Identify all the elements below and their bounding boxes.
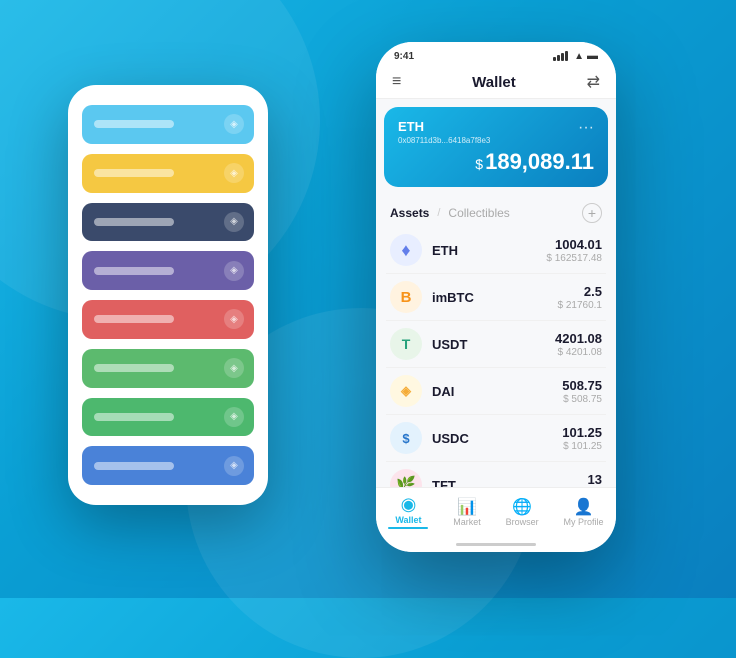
asset-item-usdc[interactable]: $ USDC 101.25 $ 101.25 — [386, 415, 606, 462]
wallet-nav-icon: ◉ — [401, 494, 417, 515]
asset-values-dai: 508.75 $ 508.75 — [562, 378, 602, 405]
nav-wallet[interactable]: ◉ Wallet — [388, 494, 428, 529]
assets-header: Assets / Collectibles + — [376, 195, 616, 227]
page-title: Wallet — [472, 74, 516, 91]
asset-item-tft[interactable]: 🌿 TFT 13 0 — [386, 462, 606, 487]
dai-icon: ◈ — [390, 375, 422, 407]
list-item[interactable]: ◈ — [82, 203, 254, 242]
balance-card: ETH 0x08711d3b...6418a7f8e3 ··· $189,089… — [384, 107, 608, 187]
status-time: 9:41 — [394, 51, 414, 62]
bottom-navigation: ◉ Wallet 📊 Market 🌐 Browser 👤 My Profile — [376, 487, 616, 539]
tab-assets[interactable]: Assets — [390, 206, 429, 220]
front-phone: 9:41 ▲ ▬ ≡ Wallet ⇄ ETH 0x08711d3b...641… — [376, 42, 616, 552]
browser-nav-label: Browser — [506, 517, 539, 527]
list-item[interactable]: ◈ — [82, 446, 254, 485]
status-icons: ▲ ▬ — [553, 50, 598, 62]
asset-name-usdc: USDC — [432, 431, 562, 446]
profile-nav-icon: 👤 — [574, 497, 594, 517]
wallet-nav-label: Wallet — [395, 515, 421, 525]
imbtc-icon: B — [390, 281, 422, 313]
usdt-icon: T — [390, 328, 422, 360]
asset-item-imbtc[interactable]: B imBTC 2.5 $ 21760.1 — [386, 274, 606, 321]
asset-list: ♦ ETH 1004.01 $ 162517.48 B imBTC 2.5 $ … — [376, 227, 616, 487]
asset-item-usdt[interactable]: T USDT 4201.08 $ 4201.08 — [386, 321, 606, 368]
asset-item-eth[interactable]: ♦ ETH 1004.01 $ 162517.48 — [386, 227, 606, 274]
usdc-icon: $ — [390, 422, 422, 454]
market-nav-label: Market — [453, 517, 481, 527]
list-item[interactable]: ◈ — [82, 251, 254, 290]
balance-header: ETH 0x08711d3b...6418a7f8e3 ··· — [398, 119, 594, 145]
add-asset-button[interactable]: + — [582, 203, 602, 223]
asset-values-tft: 13 0 — [588, 472, 602, 488]
status-bar: 9:41 ▲ ▬ — [376, 42, 616, 66]
tft-icon: 🌿 — [390, 469, 422, 487]
asset-name-dai: DAI — [432, 384, 562, 399]
tab-collectibles[interactable]: Collectibles — [448, 206, 509, 220]
market-nav-icon: 📊 — [457, 497, 477, 517]
asset-item-dai[interactable]: ◈ DAI 508.75 $ 508.75 — [386, 368, 606, 415]
nav-profile[interactable]: 👤 My Profile — [564, 497, 604, 527]
nav-market[interactable]: 📊 Market — [453, 497, 481, 527]
asset-values-imbtc: 2.5 $ 21760.1 — [558, 284, 603, 311]
asset-name-eth: ETH — [432, 243, 546, 258]
asset-name-imbtc: imBTC — [432, 290, 558, 305]
assets-tabs: Assets / Collectibles — [390, 206, 510, 220]
asset-name-usdt: USDT — [432, 337, 555, 352]
eth-icon: ♦ — [390, 234, 422, 266]
signal-icon — [553, 51, 568, 61]
asset-values-usdc: 101.25 $ 101.25 — [562, 425, 602, 452]
balance-address: 0x08711d3b...6418a7f8e3 — [398, 136, 490, 145]
asset-values-eth: 1004.01 $ 162517.48 — [546, 237, 602, 264]
list-item[interactable]: ◈ — [82, 398, 254, 437]
list-item[interactable]: ◈ — [82, 300, 254, 339]
menu-icon[interactable]: ≡ — [392, 73, 401, 91]
list-item[interactable]: ◈ — [82, 349, 254, 388]
nav-browser[interactable]: 🌐 Browser — [506, 497, 539, 527]
home-indicator — [376, 539, 616, 552]
wifi-icon: ▲ — [574, 51, 584, 62]
asset-values-usdt: 4201.08 $ 4201.08 — [555, 331, 602, 358]
profile-nav-label: My Profile — [564, 517, 604, 527]
back-phone: ◈ ◈ ◈ ◈ ◈ ◈ ◈ ◈ — [68, 85, 268, 505]
balance-amount: $189,089.11 — [398, 149, 594, 175]
asset-name-tft: TFT — [432, 478, 588, 488]
browser-nav-icon: 🌐 — [512, 497, 532, 517]
list-item[interactable]: ◈ — [82, 154, 254, 193]
exchange-icon[interactable]: ⇄ — [587, 72, 600, 92]
balance-currency-label: ETH — [398, 119, 490, 134]
balance-menu-icon[interactable]: ··· — [578, 119, 594, 137]
app-navbar: ≡ Wallet ⇄ — [376, 66, 616, 99]
list-item[interactable]: ◈ — [82, 105, 254, 144]
battery-icon: ▬ — [587, 50, 598, 62]
